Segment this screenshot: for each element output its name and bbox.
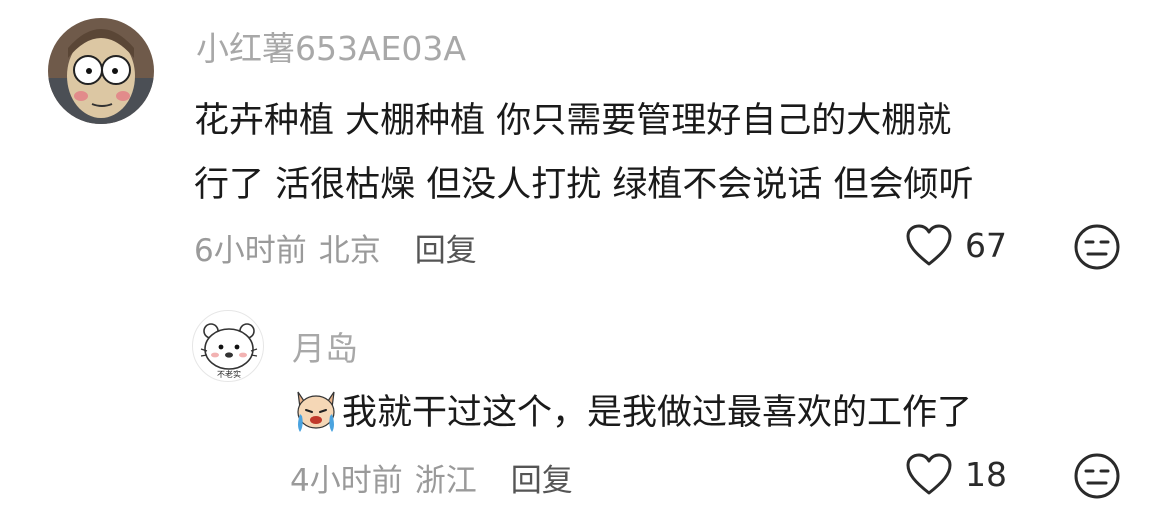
- neutral-face-icon: [1074, 453, 1120, 499]
- comment-time: 6小时前: [194, 233, 307, 269]
- comment-meta: 6小时前 北京 回复: [194, 225, 477, 270]
- avatar-caption: 不老实: [217, 370, 241, 379]
- heart-icon: [906, 453, 952, 495]
- comment-meta: 4小时前 浙江 回复: [290, 455, 573, 500]
- like-button[interactable]: 67: [905, 223, 1007, 267]
- comment-location: 北京: [318, 233, 381, 269]
- username[interactable]: 月岛: [292, 322, 358, 370]
- crying-dog-sticker-icon: [290, 386, 342, 443]
- comment-text: 我就干过这个，是我做过最喜欢的工作了: [290, 384, 972, 443]
- username[interactable]: 小红薯653AE03A: [196, 22, 466, 70]
- avatar[interactable]: 不老实: [192, 310, 264, 382]
- heart-icon: [906, 224, 952, 266]
- dislike-button[interactable]: [1073, 223, 1121, 275]
- reply-button[interactable]: 回复: [511, 455, 573, 500]
- like-button[interactable]: 18: [905, 452, 1007, 496]
- avatar[interactable]: [48, 18, 154, 124]
- comment-location: 浙江: [414, 463, 477, 499]
- comment-time: 4小时前: [290, 463, 403, 499]
- like-count: 67: [965, 225, 1007, 265]
- neutral-face-icon: [1074, 224, 1120, 270]
- dislike-button[interactable]: [1073, 452, 1121, 504]
- comment-text-line-1: 花卉种植 大棚种植 你只需要管理好自己的大棚就: [194, 101, 952, 141]
- reply-button[interactable]: 回复: [415, 225, 477, 270]
- like-count: 18: [965, 454, 1007, 494]
- comment-text-line-2: 行了 活很枯燥 但没人打扰 绿植不会说话 但会倾听: [194, 165, 974, 205]
- comment-text-body: 我就干过这个，是我做过最喜欢的工作了: [342, 393, 973, 433]
